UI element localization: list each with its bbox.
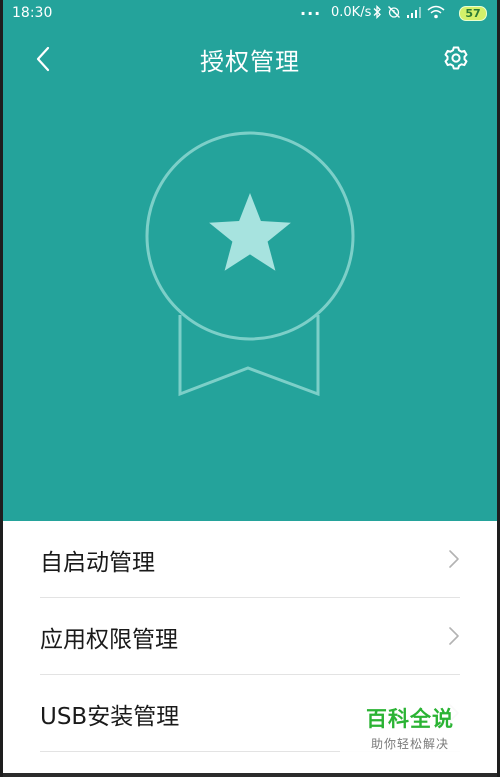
menu-item-app-permissions[interactable]: 应用权限管理: [0, 598, 500, 675]
menu-item-label: 应用权限管理: [40, 627, 178, 653]
nav-bar: 授权管理: [0, 30, 500, 86]
menu-item-label: 自启动管理: [40, 550, 155, 576]
settings-button[interactable]: [438, 40, 474, 76]
hero-banner: 18:30 ... 0.0K/s 57 授权管理: [0, 0, 500, 521]
bluetooth-icon: [373, 5, 381, 19]
notification-dots: ...: [300, 0, 322, 19]
frame-border-left: [0, 0, 3, 777]
status-time: 18:30: [12, 5, 53, 21]
watermark-subtitle: 助你轻松解决: [370, 737, 449, 751]
star-medal-icon: [145, 131, 355, 397]
frame-border-bottom: [0, 773, 500, 777]
signal-icon: [407, 7, 421, 18]
network-speed: 0.0K/s: [331, 5, 372, 20]
status-icons: [372, 5, 445, 19]
menu-item-label: USB安装管理: [40, 704, 180, 730]
chevron-right-icon: [449, 627, 459, 645]
menu-item-auto-start[interactable]: 自启动管理: [0, 521, 500, 598]
chevron-right-icon: [449, 550, 459, 568]
alarm-off-icon: [388, 6, 400, 18]
page-title: 授权管理: [200, 48, 300, 76]
battery-icon: 57: [459, 6, 487, 21]
gear-icon: [444, 46, 468, 70]
wifi-icon: [427, 5, 445, 19]
status-bar: 18:30 ... 0.0K/s 57: [0, 0, 500, 28]
watermark: 百科全说 助你轻松解决: [340, 697, 480, 757]
watermark-title: 百科全说: [366, 707, 454, 731]
